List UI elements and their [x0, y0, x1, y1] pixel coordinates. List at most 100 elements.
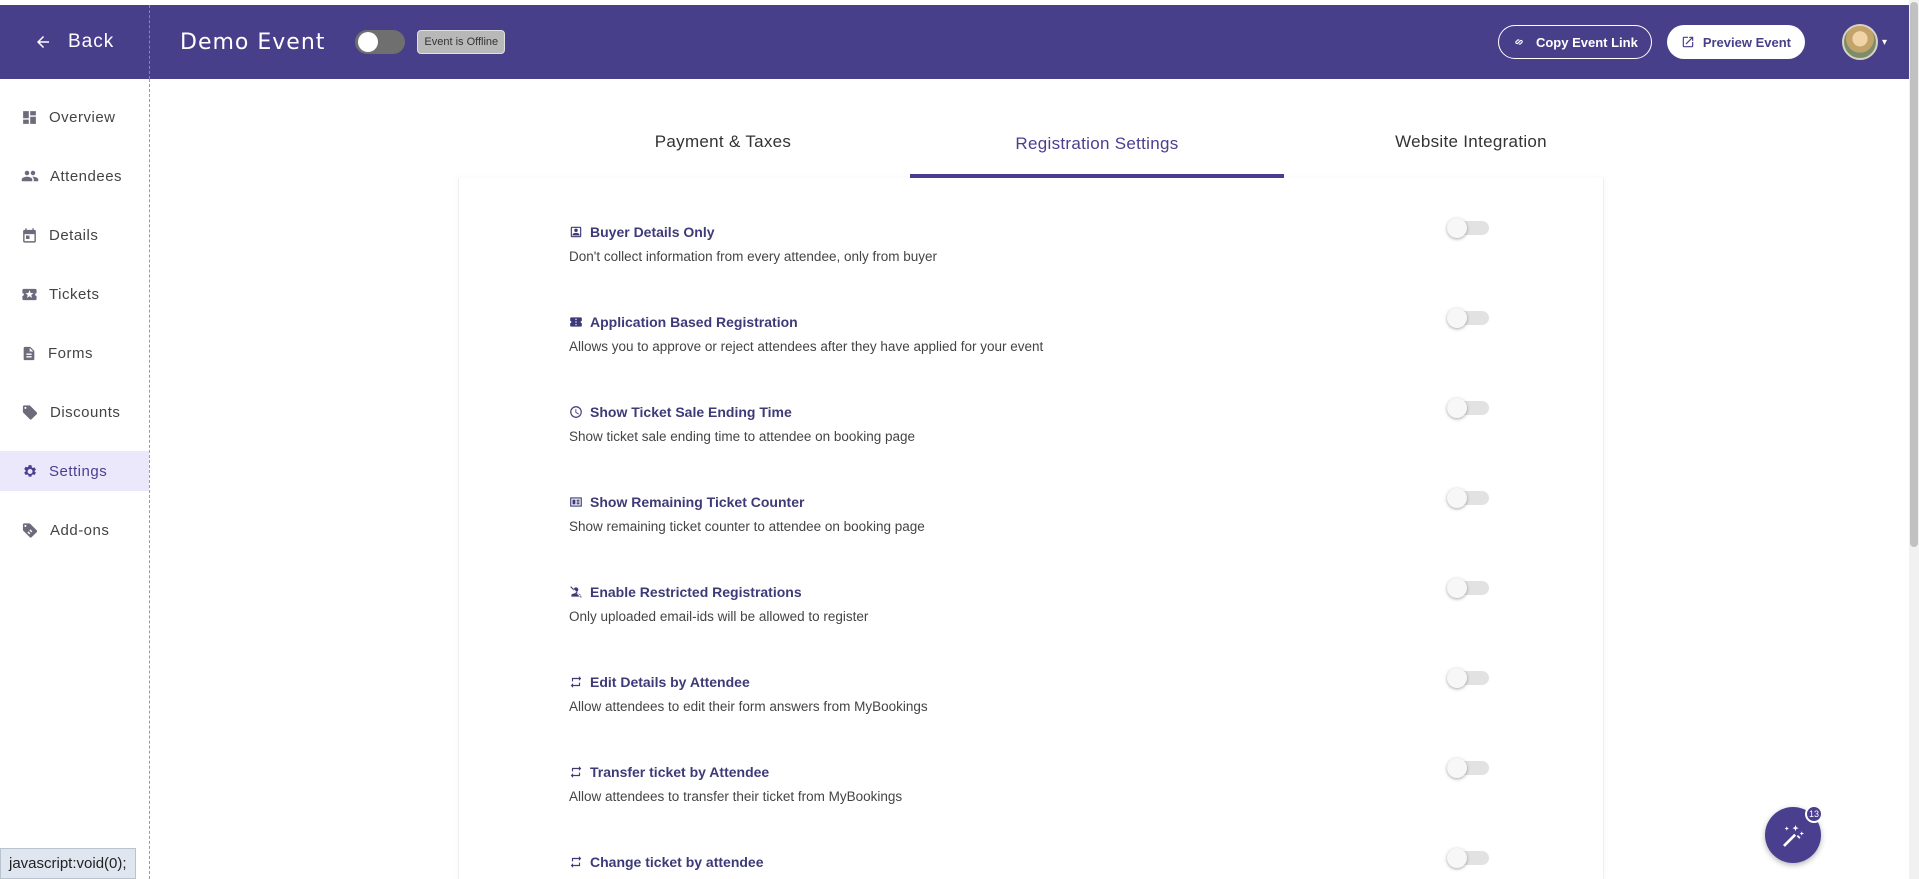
application-based-registration-toggle[interactable]	[1447, 308, 1489, 328]
sidebar-item-tickets[interactable]: Tickets	[0, 274, 149, 314]
sidebar-item-label: Discounts	[50, 403, 121, 421]
user-menu[interactable]: ▾	[1820, 24, 1887, 60]
link-icon	[1515, 39, 1523, 45]
setting-description: Allow attendees to edit their form answe…	[569, 699, 928, 714]
toggle-knob	[1447, 758, 1467, 778]
setting-title: Show Ticket Sale Ending Time	[569, 404, 1489, 420]
sidebar-item-details[interactable]: Details	[0, 215, 149, 255]
toggle-knob	[1447, 488, 1467, 508]
gear-icon	[24, 464, 36, 477]
sidebar-item-label: Settings	[49, 462, 108, 480]
status-bar-url: javascript:void(0);	[0, 848, 136, 879]
sidebar-item-discounts[interactable]: Discounts	[0, 392, 149, 432]
chevron-down-icon: ▾	[1881, 36, 1887, 48]
status-badge: Event is Offline	[417, 30, 506, 54]
toggle-knob	[1447, 398, 1467, 418]
sidebar-item-label: Forms	[48, 344, 93, 362]
repeat-icon	[570, 766, 582, 778]
setting-description: Allows you to approve or reject attendee…	[569, 339, 1044, 354]
sidebar-item-overview[interactable]: Overview	[0, 97, 149, 137]
page-scrollbar[interactable]	[1909, 0, 1919, 879]
header-actions: Copy Event Link Preview Event ▾	[1497, 24, 1909, 60]
people-icon	[21, 170, 39, 182]
setting-title: Transfer ticket by Attendee	[569, 764, 1489, 780]
setting-title: Edit Details by Attendee	[569, 674, 1489, 690]
notification-count-badge: 13	[1805, 805, 1823, 823]
setting-show-ticket-sale-ending-time: Show Ticket Sale Ending Time Show ticket…	[569, 398, 1489, 444]
setting-buyer-details-only: Buyer Details Only Don't collect informa…	[569, 218, 1489, 264]
registration-settings-panel: Buyer Details Only Don't collect informa…	[458, 178, 1604, 879]
toggle-knob	[1447, 668, 1467, 688]
setting-edit-details-by-attendee: Edit Details by Attendee Allow attendees…	[569, 668, 1489, 714]
setting-description: Show ticket sale ending time to attendee…	[569, 429, 915, 444]
toggle-knob	[1447, 848, 1467, 868]
back-button[interactable]: Back	[0, 5, 150, 79]
arrow-left-icon	[37, 36, 49, 48]
sidebar-item-add-ons[interactable]: Add-ons	[0, 510, 149, 550]
counter-icon	[570, 497, 582, 507]
dashboard-icon	[23, 110, 36, 124]
toggle-knob	[1447, 218, 1467, 238]
sidebar-item-forms[interactable]: Forms	[0, 333, 149, 373]
repeat-icon	[570, 676, 582, 688]
settings-tabs: Payment & Taxes Registration Settings We…	[536, 120, 1678, 178]
sidebar-item-attendees[interactable]: Attendees	[0, 156, 149, 196]
sidebar-item-settings[interactable]: Settings	[0, 451, 149, 491]
show-ticket-sale-ending-time-toggle[interactable]	[1447, 398, 1489, 418]
back-label: Back	[68, 31, 115, 52]
tab-payment-taxes[interactable]: Payment & Taxes	[536, 120, 910, 178]
calendar-icon	[23, 227, 36, 243]
external-link-icon	[1682, 36, 1694, 48]
toggle-knob	[358, 32, 379, 52]
scrollbar-thumb[interactable]	[1910, 2, 1918, 547]
setting-transfer-ticket-by-attendee: Transfer ticket by Attendee Allow attend…	[569, 758, 1489, 804]
edit-details-by-attendee-toggle[interactable]	[1447, 668, 1489, 688]
setting-title: Enable Restricted Registrations	[569, 584, 1489, 600]
sidebar: Overview Attendees Details Tickets Forms…	[0, 79, 150, 879]
setting-title: Application Based Registration	[569, 314, 1489, 330]
top-bar: Back Demo Event Event is Offline Copy Ev…	[0, 5, 1909, 79]
copy-event-link-button[interactable]: Copy Event Link	[1497, 25, 1652, 59]
sidebar-item-label: Attendees	[50, 167, 123, 185]
setting-description: Allow attendees to transfer their ticket…	[569, 789, 903, 804]
setting-title: Show Remaining Ticket Counter	[569, 494, 1489, 510]
setting-description: Only uploaded email-ids will be allowed …	[569, 609, 869, 624]
transfer-ticket-by-attendee-toggle[interactable]	[1447, 758, 1489, 778]
setting-application-based-registration: Application Based Registration Allows yo…	[569, 308, 1489, 354]
sidebar-item-label: Add-ons	[50, 521, 110, 539]
sidebar-item-label: Tickets	[49, 285, 100, 303]
change-ticket-by-attendee-toggle[interactable]	[1447, 848, 1489, 868]
magic-wand-icon	[1783, 825, 1804, 847]
ticket-star-icon	[22, 288, 37, 300]
toggle-knob	[1447, 308, 1467, 328]
setting-title: Change ticket by attendee	[569, 854, 1489, 870]
tag-icon	[22, 404, 38, 420]
setting-show-remaining-ticket-counter: Show Remaining Ticket Counter Show remai…	[569, 488, 1489, 534]
avatar	[1841, 24, 1878, 60]
sidebar-item-label: Details	[49, 226, 99, 244]
preview-event-button[interactable]: Preview Event	[1666, 25, 1805, 59]
form-icon	[23, 346, 35, 360]
repeat-icon	[570, 856, 582, 868]
setting-change-ticket-by-attendee: Change ticket by attendee	[569, 848, 1489, 870]
addon-tag-icon	[22, 522, 38, 538]
restricted-person-icon	[570, 586, 582, 598]
setting-description: Show remaining ticket counter to attende…	[569, 519, 925, 534]
clock-icon	[570, 406, 582, 418]
sidebar-item-label: Overview	[49, 108, 116, 126]
event-title: Demo Event	[180, 29, 326, 55]
magic-wand-button[interactable]: 13	[1765, 805, 1823, 863]
toggle-knob	[1447, 578, 1467, 598]
preview-event-label: Preview Event	[1702, 34, 1791, 50]
copy-event-link-label: Copy Event Link	[1535, 34, 1638, 50]
show-remaining-ticket-counter-toggle[interactable]	[1447, 488, 1489, 508]
event-online-toggle[interactable]	[355, 30, 406, 54]
person-box-icon	[570, 226, 582, 238]
ticket-icon	[570, 317, 582, 327]
tab-registration-settings[interactable]: Registration Settings	[910, 120, 1284, 178]
enable-restricted-registrations-toggle[interactable]	[1447, 578, 1489, 598]
buyer-details-only-toggle[interactable]	[1447, 218, 1489, 238]
tab-website-integration[interactable]: Website Integration	[1284, 120, 1658, 178]
setting-enable-restricted-registrations: Enable Restricted Registrations Only upl…	[569, 578, 1489, 624]
setting-description: Don't collect information from every att…	[569, 249, 937, 264]
